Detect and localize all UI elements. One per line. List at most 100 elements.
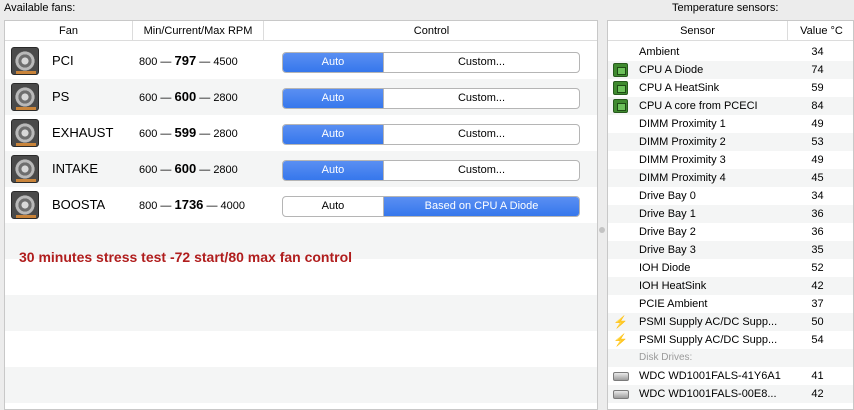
sensor-row[interactable]: Drive Bay 3 35 — [608, 241, 853, 259]
sensor-row[interactable]: Drive Bay 0 34 — [608, 187, 853, 205]
temperature-sensors-title: Temperature sensors: — [672, 2, 779, 14]
sensor-value: 37 — [811, 298, 824, 310]
sensor-value: 34 — [811, 190, 824, 202]
rpm-dash: — — [206, 200, 218, 212]
split-view-divider-handle[interactable] — [599, 227, 605, 233]
fan-rpm-max: 2800 — [213, 164, 238, 176]
fan-control-segmented: Auto Custom... — [282, 124, 580, 145]
chip-icon — [613, 99, 628, 113]
empty-row — [5, 295, 597, 331]
power-bolt-icon: ⚡ — [613, 315, 628, 329]
fan-rpm: 800 — 797 — 4500 — [139, 43, 259, 80]
auto-control-button[interactable]: Auto — [283, 125, 384, 144]
disk-name: WDC WD1001FALS-00E8... — [639, 388, 777, 400]
column-header-control[interactable]: Control — [264, 21, 597, 41]
fan-rpm-min: 600 — [139, 164, 158, 176]
sensor-name: DIMM Proximity 1 — [639, 118, 726, 130]
fan-row[interactable]: BOOSTA 800 — 1736 — 4000 Auto Based on C… — [5, 187, 597, 223]
rpm-dash: — — [199, 56, 211, 68]
sensor-value: 36 — [811, 208, 824, 220]
sensor-row[interactable]: DIMM Proximity 4 45 — [608, 169, 853, 187]
sensor-row[interactable]: Drive Bay 2 36 — [608, 223, 853, 241]
sensor-name: Drive Bay 3 — [639, 244, 696, 256]
fan-name: PS — [52, 89, 70, 104]
sensor-row[interactable]: Ambient 34 — [608, 43, 853, 61]
auto-control-button[interactable]: Auto — [283, 197, 384, 216]
fan-rpm-max: 4000 — [220, 200, 246, 212]
sensor-name: Drive Bay 1 — [639, 208, 696, 220]
rpm-dash: — — [160, 56, 172, 68]
fan-name: BOOSTA — [52, 197, 106, 212]
fan-icon — [11, 191, 39, 219]
rpm-dash: — — [199, 92, 211, 104]
chip-icon — [613, 63, 628, 77]
sensor-name: Drive Bay 2 — [639, 226, 696, 238]
fans-table: Fan Min/Current/Max RPM Control PCI 800 … — [4, 20, 598, 410]
fan-control-segmented: Auto Custom... — [282, 52, 580, 73]
auto-control-button[interactable]: Auto — [283, 161, 384, 180]
sensor-value: 35 — [811, 244, 824, 256]
fan-rpm-current: 599 — [174, 125, 197, 140]
sensor-row[interactable]: DIMM Proximity 3 49 — [608, 151, 853, 169]
sensor-control-button[interactable]: Based on CPU A Diode — [384, 197, 579, 216]
fan-row[interactable]: PS 600 — 600 — 2800 Auto Custom... — [5, 79, 597, 115]
disk-name: WDC WD1001FALS-41Y6A1 — [639, 370, 781, 382]
sensor-row[interactable]: CPU A core from PCECI 84 — [608, 97, 853, 115]
sensors-table-header: Sensor Value °C — [608, 21, 853, 41]
disk-row[interactable]: WDC WD1001FALS-41Y6A1 41 — [608, 367, 853, 385]
column-header-fan[interactable]: Fan — [5, 21, 133, 41]
column-header-value[interactable]: Value °C — [788, 21, 853, 41]
custom-control-button[interactable]: Custom... — [384, 125, 579, 144]
sensor-value: 84 — [811, 100, 824, 112]
fan-control-segmented: Auto Custom... — [282, 88, 580, 109]
sensor-row[interactable]: ⚡ PSMI Supply AC/DC Supp... 50 — [608, 313, 853, 331]
sensor-row[interactable]: Drive Bay 1 36 — [608, 205, 853, 223]
sensor-row[interactable]: IOH HeatSink 42 — [608, 277, 853, 295]
sensor-name: DIMM Proximity 3 — [639, 154, 726, 166]
sensor-group-row: Disk Drives: — [608, 349, 853, 367]
fan-rpm-min: 600 — [139, 92, 158, 104]
custom-control-button[interactable]: Custom... — [384, 89, 579, 108]
auto-control-button[interactable]: Auto — [283, 53, 384, 72]
fan-rpm: 600 — 600 — 2800 — [139, 151, 259, 188]
sensor-row[interactable]: IOH Diode 52 — [608, 259, 853, 277]
sensor-value: 52 — [811, 262, 824, 274]
sensor-row[interactable]: PCIE Ambient 37 — [608, 295, 853, 313]
sensor-row[interactable]: ⚡ PSMI Supply AC/DC Supp... 54 — [608, 331, 853, 349]
sensor-row[interactable]: DIMM Proximity 1 49 — [608, 115, 853, 133]
disk-row[interactable]: WDC WD1001FALS-00E8... 42 — [608, 385, 853, 403]
fan-rpm-current: 1736 — [174, 197, 204, 212]
fan-name: INTAKE — [52, 161, 98, 176]
custom-control-button[interactable]: Custom... — [384, 53, 579, 72]
fan-icon — [11, 83, 39, 111]
fan-row[interactable]: INTAKE 600 — 600 — 2800 Auto Custom... — [5, 151, 597, 187]
fan-icon — [11, 47, 39, 75]
sensor-name: DIMM Proximity 2 — [639, 136, 726, 148]
power-bolt-icon: ⚡ — [613, 333, 628, 347]
fan-icon — [11, 155, 39, 183]
custom-control-button[interactable]: Custom... — [384, 161, 579, 180]
sensor-name: CPU A core from PCECI — [639, 100, 758, 112]
column-header-rpm[interactable]: Min/Current/Max RPM — [133, 21, 264, 41]
sensor-name: PSMI Supply AC/DC Supp... — [639, 316, 778, 328]
fan-rpm-max: 4500 — [213, 56, 238, 68]
sensors-table: Sensor Value °C Ambient 34 CPU A Diode 7… — [607, 20, 854, 410]
rpm-dash: — — [160, 200, 172, 212]
empty-row — [5, 367, 597, 403]
fan-control-segmented: Auto Based on CPU A Diode — [282, 196, 580, 217]
auto-control-button[interactable]: Auto — [283, 89, 384, 108]
sensor-value: 49 — [811, 154, 824, 166]
sensor-row[interactable]: DIMM Proximity 2 53 — [608, 133, 853, 151]
fan-rpm-current: 600 — [174, 89, 197, 104]
fan-row[interactable]: EXHAUST 600 — 599 — 2800 Auto Custom... — [5, 115, 597, 151]
chip-icon — [613, 81, 628, 95]
fan-name: PCI — [52, 53, 74, 68]
sensor-row[interactable]: CPU A Diode 74 — [608, 61, 853, 79]
sensor-value: 54 — [811, 334, 824, 346]
fan-row[interactable]: PCI 800 — 797 — 4500 Auto Custom... — [5, 43, 597, 79]
disk-drives-group-label: Disk Drives: — [639, 352, 693, 363]
fan-rpm-min: 800 — [139, 56, 158, 68]
column-header-sensor[interactable]: Sensor — [608, 21, 788, 41]
sensor-row[interactable]: CPU A HeatSink 59 — [608, 79, 853, 97]
stress-test-annotation: 30 minutes stress test -72 start/80 max … — [19, 249, 353, 265]
